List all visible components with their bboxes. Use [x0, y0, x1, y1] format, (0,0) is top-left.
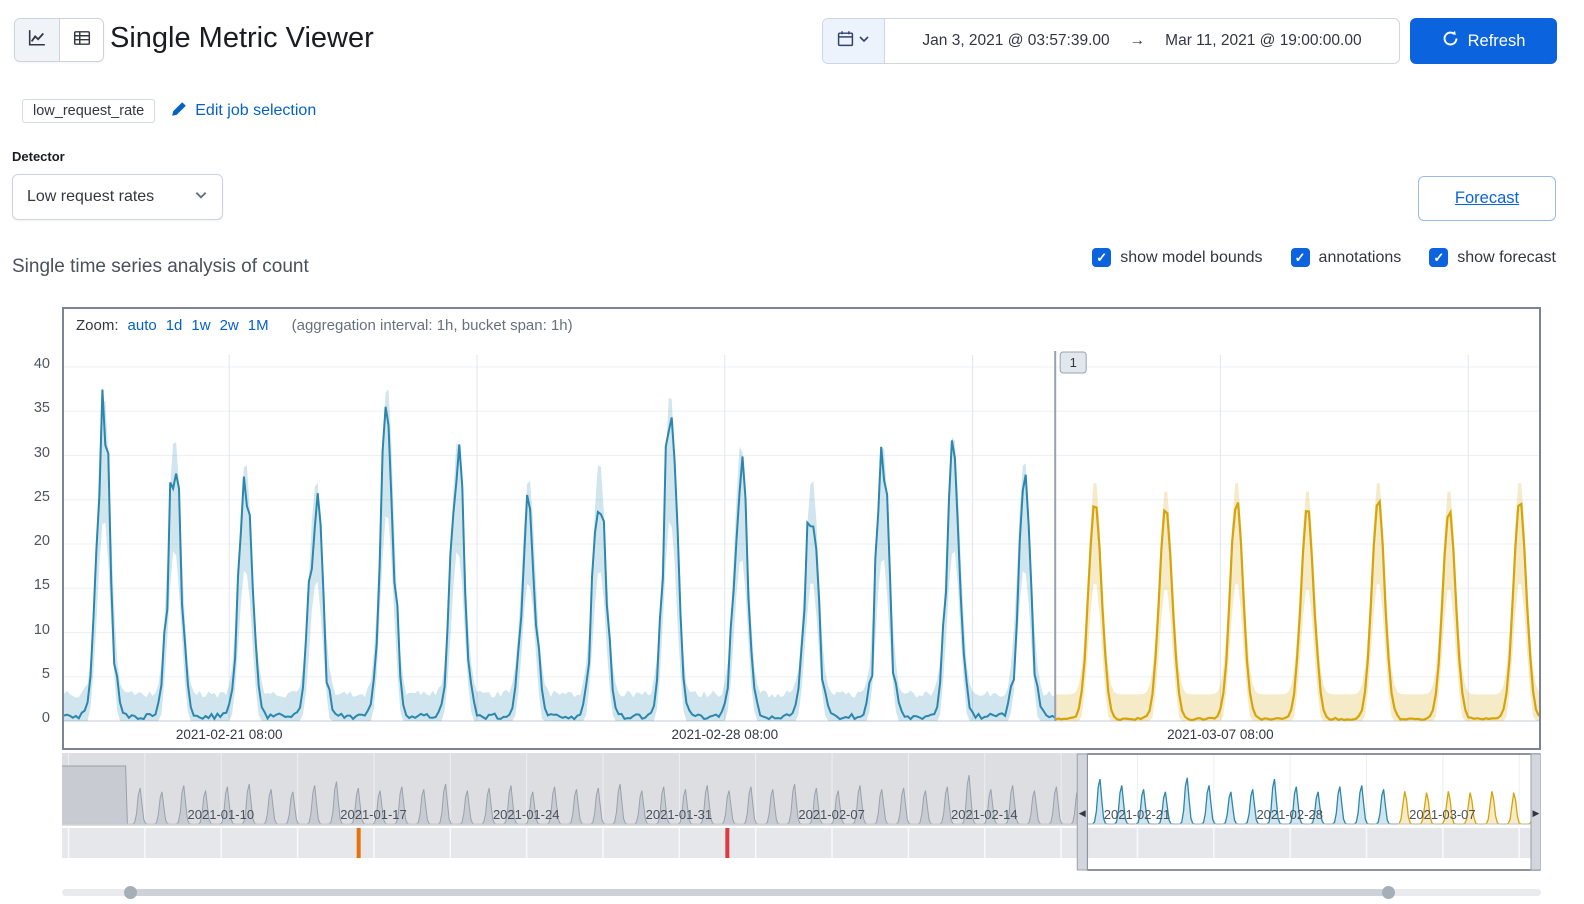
svg-text:2021-03-07: 2021-03-07 [1409, 807, 1476, 822]
zoom-bar: Zoom: auto 1d 1w 2w 1M (aggregation interval… [64, 309, 1539, 334]
y-axis-label: 40 [33, 356, 50, 372]
toggle-show-model-bounds[interactable]: show model bounds [1092, 248, 1263, 267]
svg-text:2021-02-28: 2021-02-28 [1256, 807, 1323, 822]
super-date-picker: Jan 3, 2021 @ 03:57:39.00 → Mar 11, 2021… [822, 18, 1400, 64]
detector-selected-value: Low request rates [27, 188, 155, 205]
edit-job-selection-link[interactable]: Edit job selection [171, 101, 316, 122]
svg-text:2021-02-21 08:00: 2021-02-21 08:00 [176, 727, 283, 742]
end-date[interactable]: Mar 11, 2021 @ 19:00:00.00 [1165, 32, 1361, 50]
svg-text:1: 1 [1070, 355, 1077, 370]
checkbox-icon [1092, 248, 1112, 267]
refresh-button[interactable]: Refresh [1410, 18, 1557, 64]
zoom-prefix: Zoom: [76, 317, 119, 334]
refresh-icon [1442, 30, 1459, 52]
pencil-icon [171, 101, 187, 122]
chart-toggles: show model bounds annotations show forec… [1092, 248, 1556, 267]
analysis-heading: Single time series analysis of count [12, 256, 309, 277]
main-time-series-chart[interactable]: 1 2021-02-21 08:00 2021-02-28 08:00 2021-03… [64, 343, 1539, 748]
scrollbar-right-handle[interactable] [1382, 886, 1395, 899]
line-chart-icon [28, 29, 46, 52]
checkbox-icon [1290, 248, 1310, 267]
svg-text:◀: ◀ [1079, 808, 1086, 818]
context-chart-brush[interactable]: 2021-01-10 2021-01-17 2021-01-24 2021-01-31… [62, 753, 1541, 872]
svg-text:2021-02-21: 2021-02-21 [1104, 807, 1171, 822]
zoom-option-1d[interactable]: 1d [166, 317, 183, 334]
time-series-chart-container: Zoom: auto 1d 1w 2w 1M (aggregation interval… [62, 307, 1541, 750]
y-axis-label: 35 [33, 400, 50, 417]
detector-label: Detector [12, 149, 65, 164]
y-axis-label: 10 [33, 621, 50, 638]
svg-text:2021-02-07: 2021-02-07 [798, 807, 865, 822]
checkbox-icon [1429, 248, 1449, 267]
table-view-button[interactable] [59, 19, 103, 61]
svg-text:2021-02-28 08:00: 2021-02-28 08:00 [672, 727, 779, 742]
toggle-show-forecast[interactable]: show forecast [1429, 248, 1556, 267]
y-axis-label: 0 [41, 710, 50, 726]
svg-text:2021-01-24: 2021-01-24 [493, 807, 560, 822]
y-axis-label: 5 [41, 665, 50, 682]
y-axis-label: 20 [33, 533, 50, 549]
svg-text:2021-01-31: 2021-01-31 [646, 807, 713, 822]
calendar-icon [837, 30, 854, 52]
scrollbar-thumb[interactable] [130, 889, 1389, 896]
zoom-option-2w[interactable]: 2w [220, 317, 239, 334]
zoom-option-1w[interactable]: 1w [191, 317, 210, 334]
y-axis-label: 30 [33, 444, 50, 461]
aggregation-note: (aggregation interval: 1h, bucket span: … [291, 317, 573, 334]
view-toggle-group [14, 18, 104, 62]
page-title: Single Metric Viewer [110, 22, 374, 54]
svg-text:2021-01-17: 2021-01-17 [340, 807, 407, 822]
zoom-option-auto[interactable]: auto [128, 317, 157, 334]
time-range-scrollbar [62, 884, 1541, 900]
svg-text:▶: ▶ [1533, 808, 1540, 818]
chevron-down-icon [194, 188, 208, 207]
start-date[interactable]: Jan 3, 2021 @ 03:57:39.00 [922, 32, 1109, 50]
svg-text:2021-03-07 08:00: 2021-03-07 08:00 [1167, 727, 1274, 742]
single-metric-viewer-page: Single Metric Viewer Jan 3, 2021 @ 03:57… [0, 0, 1584, 904]
y-axis-label: 25 [33, 488, 50, 505]
scrollbar-left-handle[interactable] [124, 886, 137, 899]
toggle-annotations[interactable]: annotations [1290, 248, 1401, 267]
job-selection-bar: low_request_rate Edit job selection [22, 99, 316, 123]
refresh-label: Refresh [1467, 31, 1526, 50]
detector-select[interactable]: Low request rates [12, 174, 223, 220]
zoom-option-1M[interactable]: 1M [248, 317, 269, 334]
svg-text:2021-01-10: 2021-01-10 [188, 807, 255, 822]
job-id-badge: low_request_rate [22, 99, 156, 123]
y-axis-label: 15 [33, 577, 50, 594]
data-table-icon [73, 29, 91, 52]
chart-view-button[interactable] [15, 19, 59, 61]
chevron-down-icon [858, 32, 870, 50]
zoom-options: auto 1d 1w 2w 1M [128, 317, 269, 334]
date-range: Jan 3, 2021 @ 03:57:39.00 → Mar 11, 2021… [885, 32, 1399, 50]
forecast-button[interactable]: Forecast [1418, 176, 1556, 221]
quick-select-button[interactable] [823, 19, 885, 63]
arrow-right-icon: → [1129, 32, 1146, 49]
svg-text:2021-02-14: 2021-02-14 [951, 807, 1018, 822]
